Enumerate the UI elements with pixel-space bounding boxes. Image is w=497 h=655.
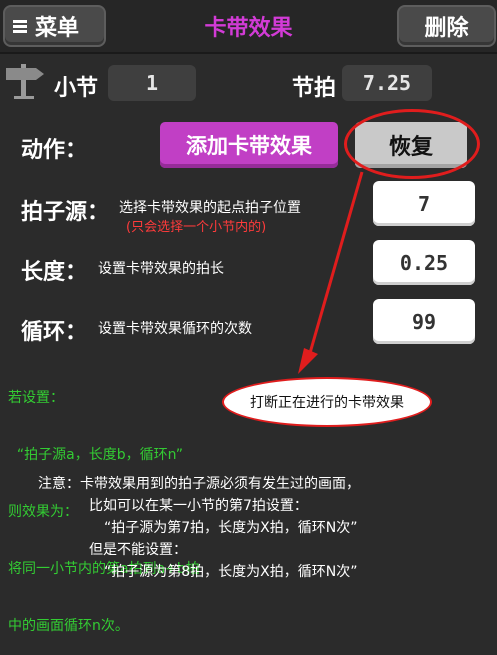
beat-source-hint: (只会选择一个小节内的)	[126, 220, 267, 235]
bar-label: 小节	[54, 76, 99, 101]
example-line: 中的画面循环n次。	[8, 618, 129, 634]
length-field[interactable]: 0.25	[373, 240, 475, 285]
loop-value: 99	[411, 309, 437, 334]
delete-button[interactable]: 删除	[397, 5, 496, 47]
bar-field[interactable]: 1	[108, 65, 196, 101]
beat-source-desc: 选择卡带效果的起点拍子位置	[119, 200, 301, 216]
note-line-5: “拍子源为第8拍，长度为X拍，循环N次”	[104, 564, 358, 580]
beat-source-label: 拍子源：	[21, 200, 110, 225]
example-line: 若设置：	[8, 390, 64, 406]
note-line-3: “拍子源为第7拍，长度为X拍，循环N次”	[104, 520, 358, 536]
beat-field[interactable]: 7.25	[342, 65, 432, 101]
loop-label: 循环：	[21, 320, 88, 345]
annotation-text: 打断正在进行的卡带效果	[250, 395, 404, 411]
length-label: 长度：	[21, 260, 88, 285]
length-desc: 设置卡带效果的拍长	[98, 261, 224, 277]
delete-label: 删除	[424, 16, 469, 41]
length-value: 0.25	[399, 250, 449, 275]
beat-label: 节拍	[292, 76, 337, 101]
beat-source-field[interactable]: 7	[373, 181, 475, 226]
add-tape-effect-label: 添加卡带效果	[186, 134, 312, 158]
action-label: 动作：	[21, 138, 88, 163]
beat-value: 7.25	[362, 71, 412, 95]
note-line-2: 比如可以在某一小节的第7拍设置：	[89, 498, 308, 514]
note-line-1: 注意：卡带效果用到的拍子源必须有发生过的画面，	[38, 476, 360, 492]
add-tape-effect-button[interactable]: 添加卡带效果	[160, 122, 338, 168]
signpost-icon	[6, 64, 44, 99]
annotation-bubble: 打断正在进行的卡带效果	[222, 377, 432, 427]
note-line-4: 但是不能设置：	[89, 542, 187, 558]
beat-source-value: 7	[417, 191, 431, 216]
bar-value: 1	[145, 71, 159, 95]
loop-field[interactable]: 99	[373, 299, 475, 344]
example-line: “拍子源a，长度b，循环n”	[8, 447, 183, 463]
loop-desc: 设置卡带效果循环的次数	[98, 321, 252, 337]
annotation-arrow	[298, 171, 364, 374]
